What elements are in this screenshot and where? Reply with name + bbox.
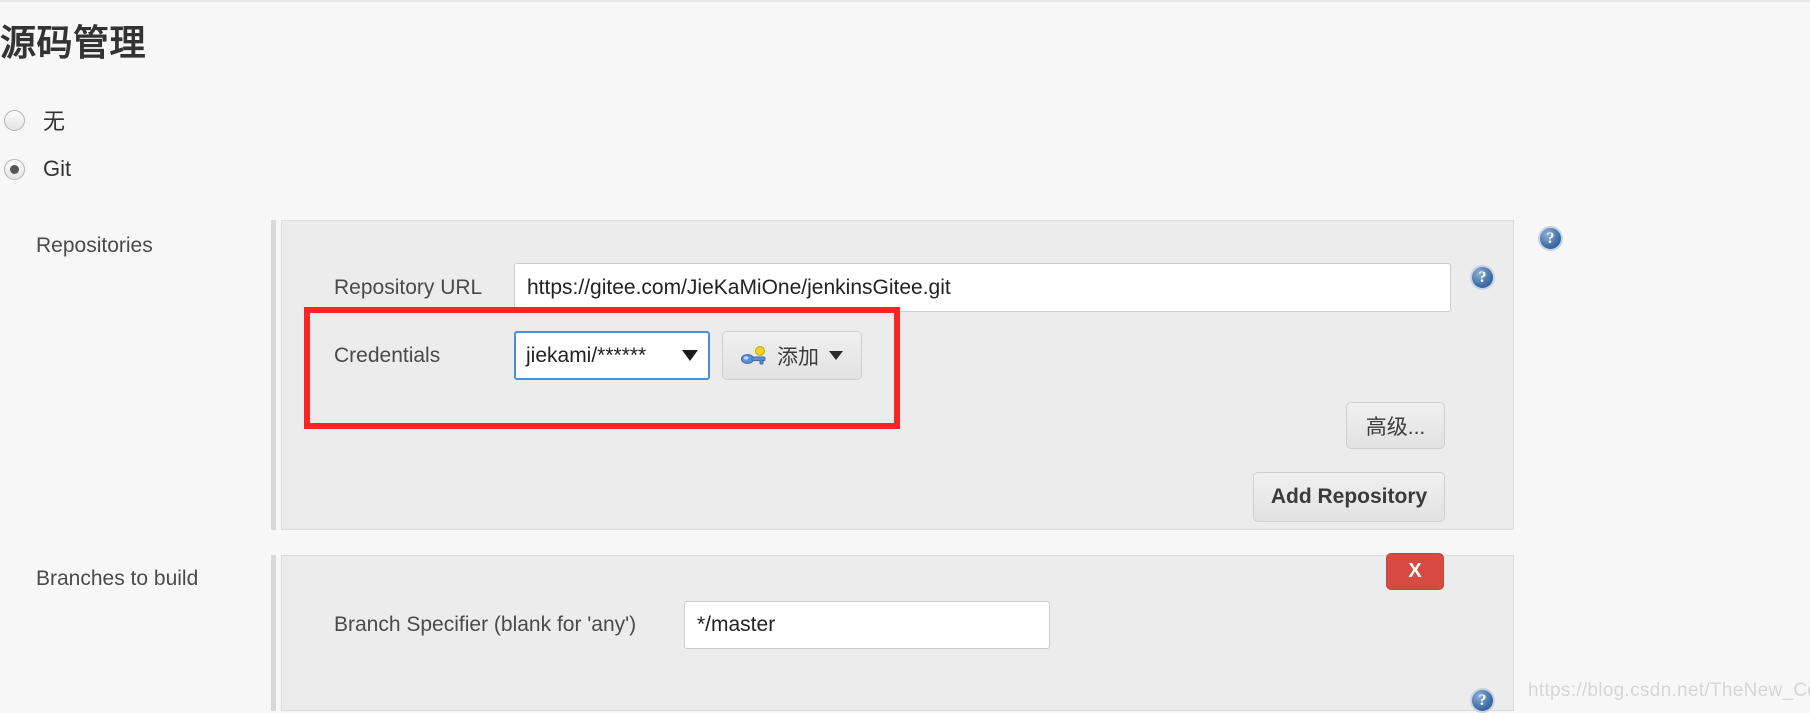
credentials-selected-value: jiekami/******	[526, 343, 647, 367]
help-icon[interactable]: ?	[1470, 265, 1495, 290]
scm-option-git[interactable]: Git	[4, 156, 71, 182]
chevron-down-icon	[829, 351, 843, 360]
credentials-select[interactable]: jiekami/******	[514, 331, 710, 380]
section-divider	[271, 555, 276, 711]
radio-git[interactable]	[4, 158, 25, 180]
branches-panel: Branch Specifier (blank for 'any')	[281, 555, 1514, 711]
branch-specifier-input[interactable]	[684, 601, 1050, 649]
repositories-section-label: Repositories	[36, 234, 153, 257]
advanced-button-label: 高级...	[1365, 415, 1426, 439]
credentials-label: Credentials	[334, 343, 441, 367]
radio-none-label: 无	[43, 109, 66, 134]
add-credentials-label: 添加	[777, 345, 819, 369]
scm-option-none[interactable]: 无	[4, 104, 65, 136]
repository-url-row: Repository URL	[334, 263, 1451, 312]
branch-specifier-row: Branch Specifier (blank for 'any')	[334, 601, 1050, 649]
help-icon[interactable]: ?	[1470, 688, 1495, 713]
add-credentials-button[interactable]: 添加	[722, 331, 862, 380]
add-repository-button[interactable]: Add Repository	[1253, 472, 1445, 522]
radio-none[interactable]	[4, 109, 25, 131]
branches-section-label: Branches to build	[36, 567, 199, 590]
repositories-section: Repositories Repository URL Credentials …	[0, 216, 1810, 536]
delete-branch-button[interactable]: X	[1386, 553, 1444, 590]
repositories-panel: Repository URL Credentials jiekami/*****…	[281, 220, 1514, 530]
key-icon	[741, 345, 766, 364]
watermark: https://blog.csdn.net/TheNew_Cd	[1528, 680, 1810, 701]
page-title: 源码管理	[0, 22, 147, 63]
repository-url-input[interactable]	[514, 263, 1451, 312]
advanced-button[interactable]: 高级...	[1346, 402, 1445, 449]
section-divider	[271, 220, 276, 530]
help-icon[interactable]: ?	[1538, 226, 1563, 251]
top-divider	[0, 0, 1810, 2]
branch-specifier-label: Branch Specifier (blank for 'any')	[334, 613, 637, 636]
add-repository-button-label: Add Repository	[1270, 485, 1428, 508]
credentials-row: Credentials jiekami/****** 添加	[334, 331, 862, 380]
radio-git-label: Git	[43, 156, 72, 181]
repository-url-label: Repository URL	[334, 275, 483, 299]
chevron-down-icon	[682, 350, 698, 361]
